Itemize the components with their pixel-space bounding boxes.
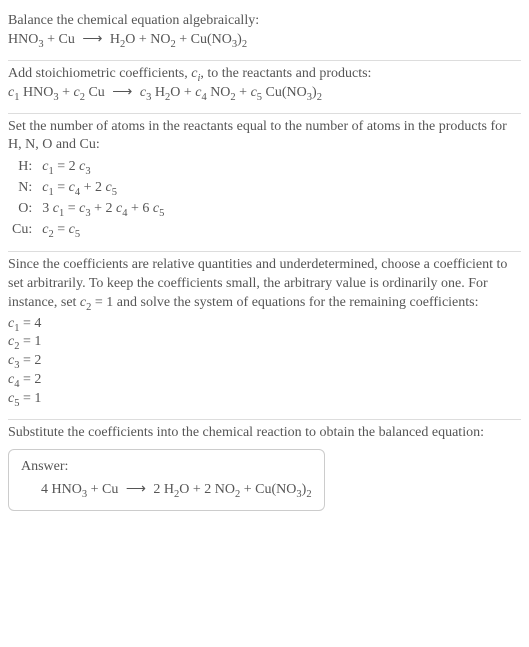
atom-table: H: c1 = 2 c3 N: c1 = c4 + 2 c5 O: 3 c1 =…	[8, 157, 168, 241]
atom-row-h: H: c1 = 2 c3	[8, 157, 168, 178]
answer-equation: 4 HNO3 + Cu ⟶ 2 H2O + 2 NO2 + Cu(NO3)2	[21, 481, 312, 500]
eq-part: HNO	[19, 85, 53, 100]
eq-part: NO	[207, 85, 231, 100]
eq-part: +	[236, 85, 251, 100]
atoms-line: Set the number of atoms in the reactants…	[8, 118, 521, 156]
text: = 1 and solve the system of equations fo…	[91, 295, 478, 310]
coeff-line: c3 = 2	[8, 352, 521, 371]
atom-row-cu: Cu: c2 = c5	[8, 220, 168, 241]
eq-part: 4 HNO	[41, 482, 82, 497]
eq-sub: 2	[242, 39, 247, 50]
coeff: c	[136, 85, 146, 100]
eq-part: O + 2 NO	[179, 482, 235, 497]
intro-equation: HNO3 + Cu ⟶ H2O + NO2 + Cu(NO3)2	[8, 31, 521, 50]
answer-label: Answer:	[21, 458, 312, 477]
atom-eq: c1 = c4 + 2 c5	[38, 178, 168, 199]
atom-row-n: N: c1 = c4 + 2 c5	[8, 178, 168, 199]
eq-part: 2 H	[150, 482, 174, 497]
eq-part: O +	[170, 85, 195, 100]
section-answer: Substitute the coefficients into the che…	[8, 420, 521, 521]
eq-part: HNO	[8, 32, 38, 47]
eq-part: Cu(NO	[262, 85, 307, 100]
eq-part: H	[151, 85, 165, 100]
atom-eq: 3 c1 = c3 + 2 c4 + 6 c5	[38, 199, 168, 220]
atom-eq: c2 = c5	[38, 220, 168, 241]
arrow-icon: ⟶	[108, 84, 136, 103]
sub: 2	[317, 91, 322, 102]
section-intro: Balance the chemical equation algebraica…	[8, 8, 521, 61]
stoich-line: Add stoichiometric coefficients, ci, to …	[8, 65, 521, 84]
stoich-equation: c1 HNO3 + c2 Cu ⟶ c3 H2O + c4 NO2 + c5 C…	[8, 84, 521, 103]
eq-part: +	[59, 85, 74, 100]
eq-part: H	[106, 32, 120, 47]
coeff-list: c1 = 4 c2 = 1 c3 = 2 c4 = 2 c5 = 1	[8, 315, 521, 409]
coeff-line: c4 = 2	[8, 371, 521, 390]
eq-part: Cu	[85, 85, 108, 100]
eq-part: + Cu(NO	[176, 32, 232, 47]
eq-part: O + NO	[125, 32, 170, 47]
coeff-line: c1 = 4	[8, 315, 521, 334]
text: Add stoichiometric coefficients,	[8, 66, 191, 81]
element-label: N:	[8, 178, 38, 199]
text: , to the reactants and products:	[200, 66, 371, 81]
coeff-line: c2 = 1	[8, 333, 521, 352]
coeff-line: c5 = 1	[8, 390, 521, 409]
arrow-icon: ⟶	[78, 31, 106, 50]
sub: 2	[306, 489, 311, 500]
eq-part: + Cu	[87, 482, 122, 497]
section-solve: Since the coefficients are relative quan…	[8, 252, 521, 420]
solve-paragraph: Since the coefficients are relative quan…	[8, 256, 521, 313]
atom-eq: c1 = 2 c3	[38, 157, 168, 178]
element-label: H:	[8, 157, 38, 178]
eq-part: + Cu	[44, 32, 79, 47]
atom-row-o: O: 3 c1 = c3 + 2 c4 + 6 c5	[8, 199, 168, 220]
answer-intro: Substitute the coefficients into the che…	[8, 424, 521, 443]
answer-box: Answer: 4 HNO3 + Cu ⟶ 2 H2O + 2 NO2 + Cu…	[8, 449, 325, 511]
section-stoich: Add stoichiometric coefficients, ci, to …	[8, 61, 521, 114]
element-label: O:	[8, 199, 38, 220]
arrow-icon: ⟶	[122, 481, 150, 500]
section-atoms: Set the number of atoms in the reactants…	[8, 114, 521, 252]
element-label: Cu:	[8, 220, 38, 241]
intro-line: Balance the chemical equation algebraica…	[8, 12, 521, 31]
eq-part: + Cu(NO	[240, 482, 296, 497]
